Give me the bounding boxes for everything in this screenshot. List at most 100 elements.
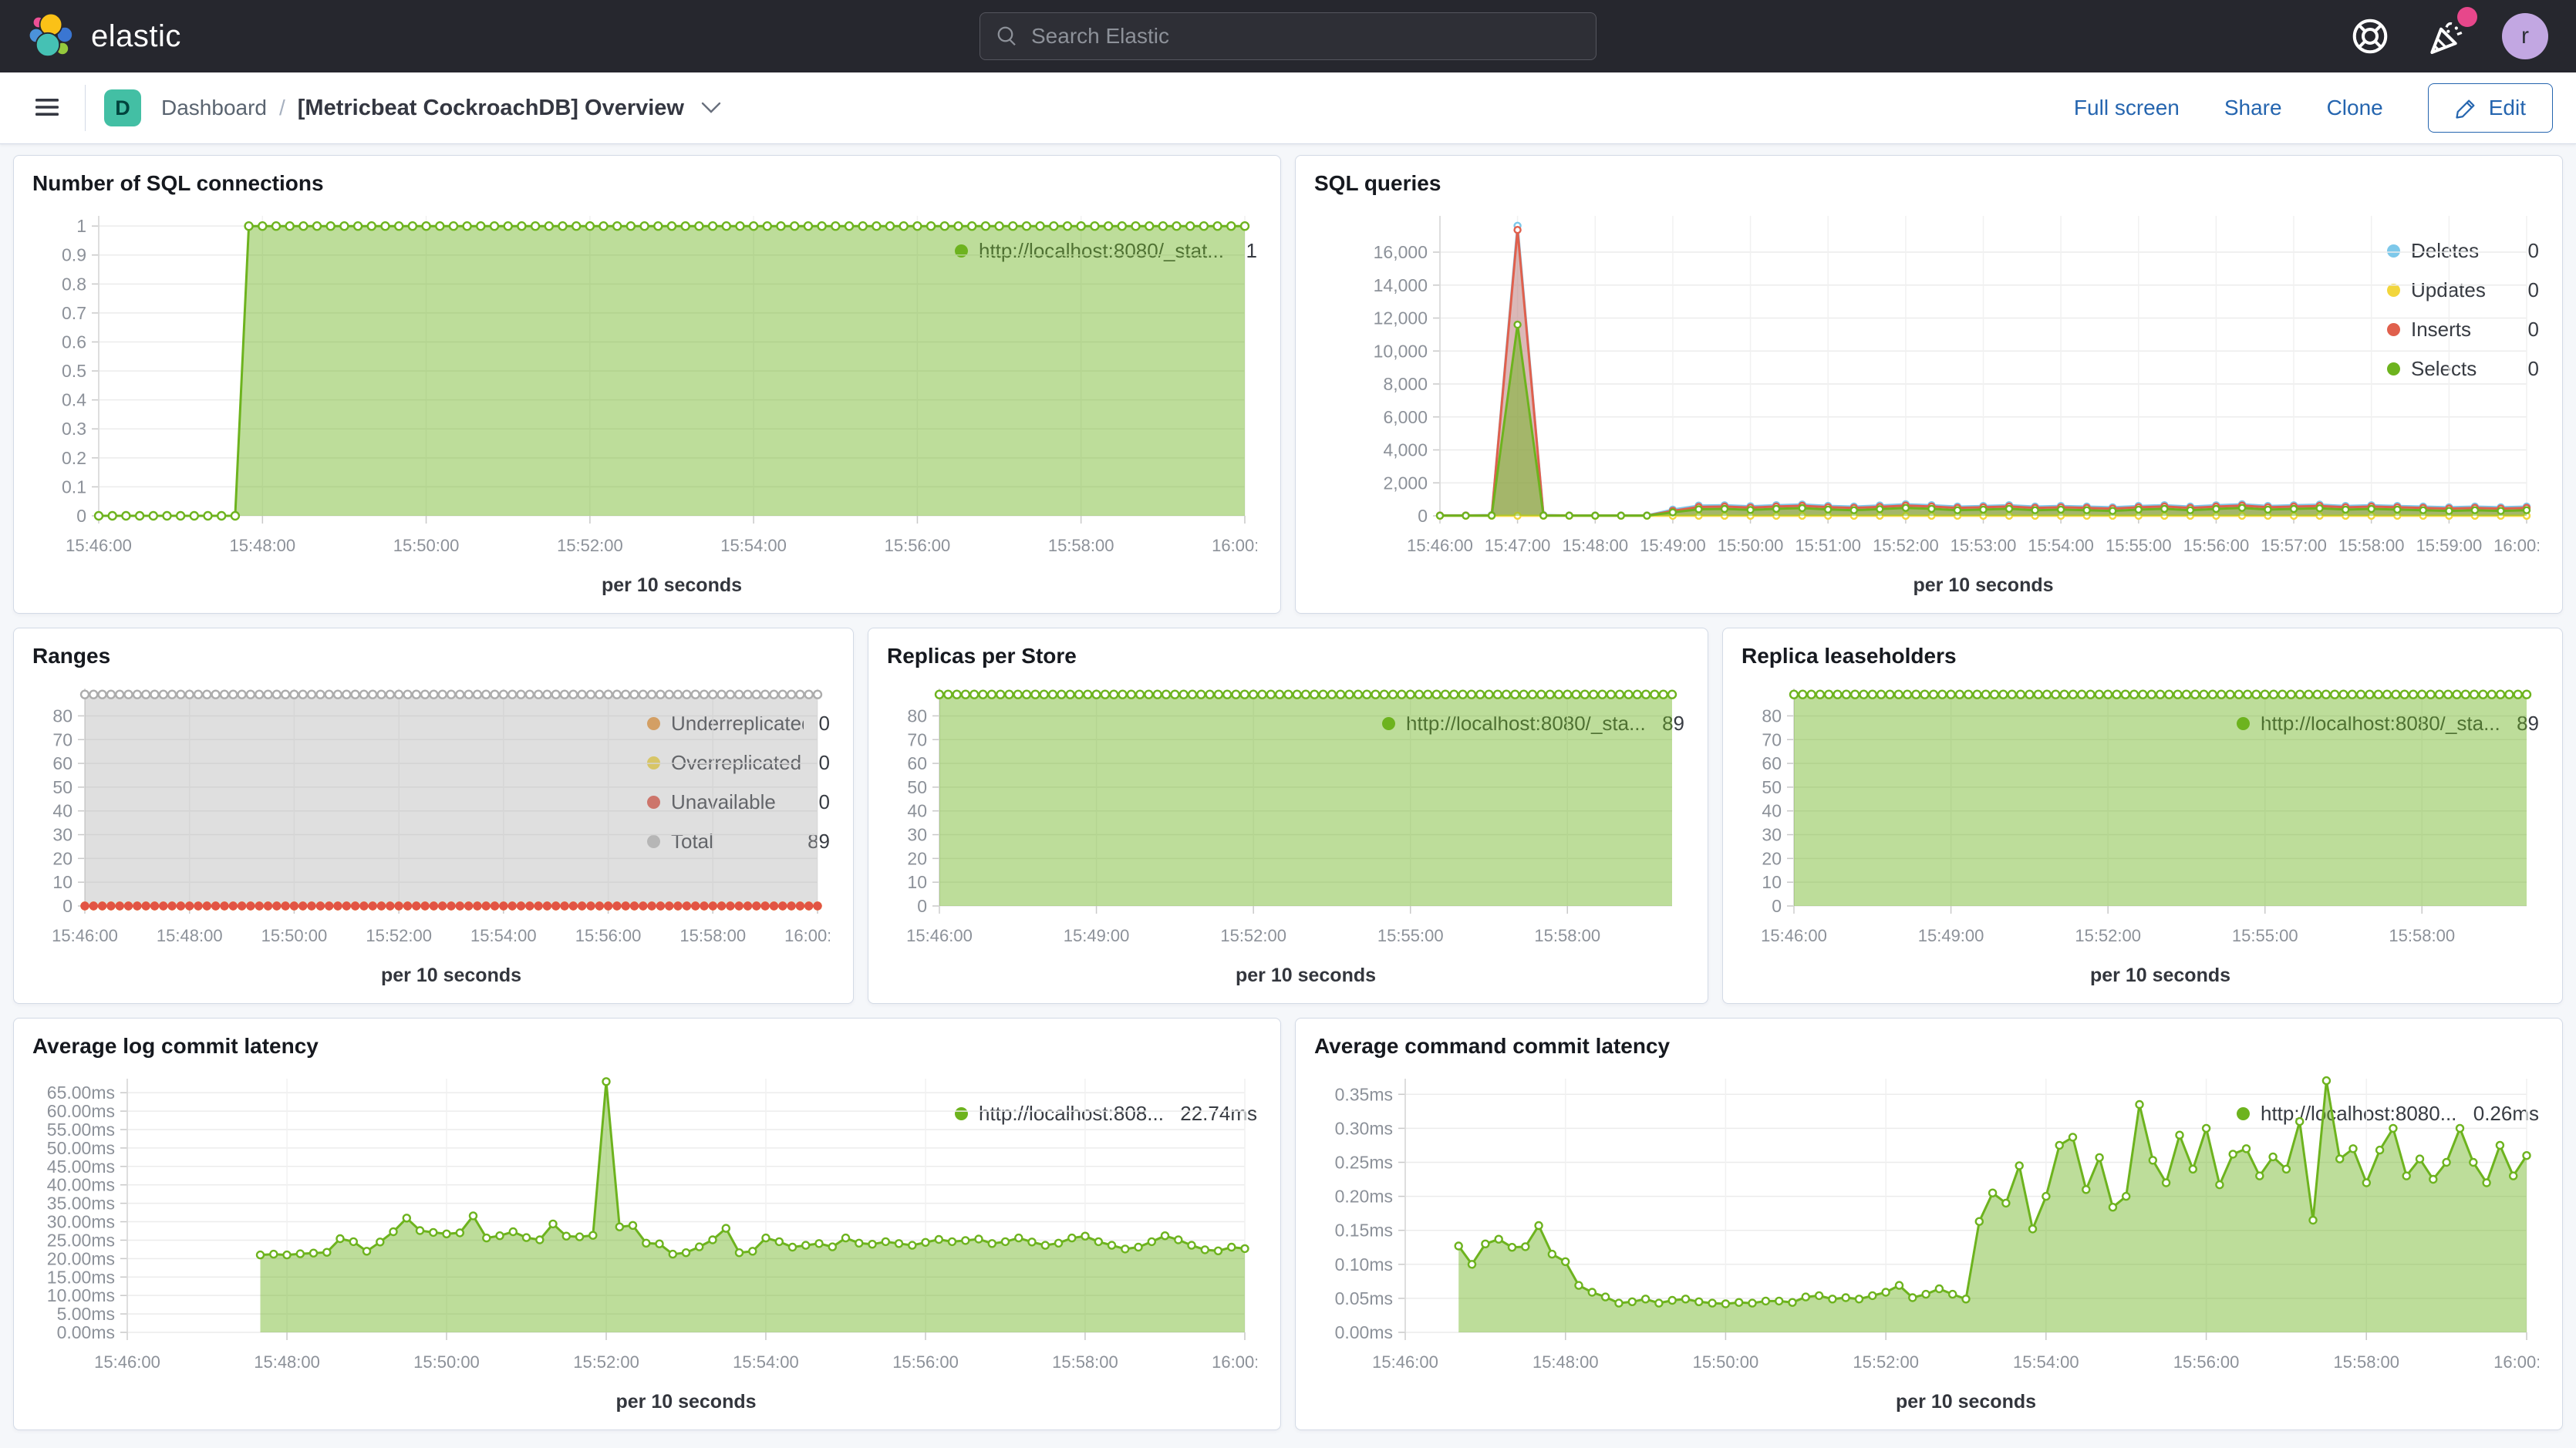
x-tick-label: 15:58:00: [679, 926, 746, 945]
x-tick-label: 15:52:00: [573, 1352, 639, 1372]
dashboard-header-bar: D Dashboard / [Metricbeat CockroachDB] O…: [0, 72, 2576, 144]
page-title: [Metricbeat CockroachDB] Overview: [298, 96, 684, 121]
x-tick-label: 16:00:00: [784, 926, 830, 945]
x-tick-label: 15:46:00: [94, 1352, 160, 1372]
chart-average-log-commit-latency[interactable]: 65.00ms60.00ms55.00ms50.00ms45.00ms40.00…: [31, 1062, 955, 1419]
panel-title: Average log commit latency: [32, 1034, 1263, 1059]
y-tick-label: 40: [52, 801, 72, 821]
x-tick-label: 15:48:00: [254, 1352, 320, 1372]
x-tick-label: 15:49:00: [1918, 926, 1984, 945]
y-tick-label: 60: [1762, 753, 1782, 773]
menu-button[interactable]: [23, 89, 71, 128]
panel-replicas-per-store: Replicas per Store 8070605040302010015:4…: [868, 628, 1708, 1004]
y-tick-label: 6,000: [1383, 407, 1428, 427]
y-tick-label: 0.00ms: [1335, 1322, 1393, 1342]
whats-new-button[interactable]: [2425, 15, 2468, 58]
y-tick-label: 10: [1762, 872, 1782, 892]
chart-canvas: 65.00ms60.00ms55.00ms50.00ms45.00ms40.00…: [31, 1062, 1257, 1419]
x-tick-label: 16:00:00: [1212, 1352, 1257, 1372]
chart-replicas-per-store[interactable]: 8070605040302010015:46:0015:49:0015:52:0…: [885, 672, 1382, 992]
chart-ranges[interactable]: 8070605040302010015:46:0015:48:0015:50:0…: [31, 672, 647, 992]
x-tick-label: 15:55:00: [2232, 926, 2298, 945]
edit-button[interactable]: Edit: [2428, 83, 2553, 133]
x-axis-title: per 10 seconds: [1913, 574, 2053, 596]
x-axis-title: per 10 seconds: [2090, 965, 2230, 986]
x-tick-label: 15:49:00: [1064, 926, 1130, 945]
x-tick-label: 15:54:00: [2028, 536, 2094, 555]
chart-replica-leaseholders[interactable]: 8070605040302010015:46:0015:49:0015:52:0…: [1740, 672, 2237, 992]
breadcrumb: Dashboard / [Metricbeat CockroachDB] Ove…: [161, 96, 721, 121]
y-tick-label: 0.10ms: [1335, 1254, 1393, 1275]
x-tick-label: 15:48:00: [1532, 1352, 1599, 1372]
x-tick-label: 15:52:00: [1220, 926, 1286, 945]
chart-canvas: 16,00014,00012,00010,0008,0006,0004,0002…: [1313, 199, 2539, 602]
help-button[interactable]: [2349, 15, 2391, 57]
space-badge[interactable]: D: [104, 89, 141, 126]
x-tick-label: 15:46:00: [1407, 536, 1473, 555]
y-tick-label: 80: [1762, 705, 1782, 726]
series-http-localhost-8080-sta-: [936, 691, 1676, 906]
chart-average-command-commit-latency[interactable]: 0.35ms0.30ms0.25ms0.20ms0.15ms0.10ms0.05…: [1313, 1062, 2237, 1419]
series-http-localhost-8080-sta-: [1790, 691, 2530, 906]
y-tick-label: 0.1: [62, 476, 86, 497]
chart-sql-queries[interactable]: 16,00014,00012,00010,0008,0006,0004,0002…: [1313, 199, 2387, 602]
y-tick-label: 45.00ms: [47, 1157, 115, 1177]
series-http-localhost-808-: [257, 1078, 1249, 1332]
elastic-logo[interactable]: elastic: [28, 12, 181, 61]
x-tick-label: 15:49:00: [1640, 536, 1706, 555]
x-tick-label: 15:46:00: [66, 536, 132, 555]
x-tick-label: 15:58:00: [1534, 926, 1600, 945]
y-tick-label: 0: [917, 896, 927, 916]
panel-average-log-commit-latency: Average log commit latency 65.00ms60.00m…: [13, 1018, 1281, 1430]
x-tick-label: 15:58:00: [2333, 1352, 2399, 1372]
y-tick-label: 70: [52, 729, 72, 749]
y-tick-label: 0.00ms: [57, 1322, 115, 1342]
panel-title: Replicas per Store: [887, 644, 1691, 668]
x-tick-label: 15:53:00: [1951, 536, 2017, 555]
y-tick-label: 0.6: [62, 332, 86, 352]
clone-button[interactable]: Clone: [2327, 96, 2383, 120]
x-tick-label: 15:58:00: [2389, 926, 2455, 945]
y-tick-label: 60: [52, 753, 72, 773]
avatar-initial: r: [2521, 23, 2529, 49]
x-tick-label: 15:48:00: [230, 536, 296, 555]
x-tick-label: 15:50:00: [261, 926, 328, 945]
x-axis-title: per 10 seconds: [615, 1391, 756, 1413]
full-screen-button[interactable]: Full screen: [2074, 96, 2180, 120]
panel-ranges: Ranges 8070605040302010015:46:0015:48:00…: [13, 628, 854, 1004]
y-tick-label: 30: [1762, 825, 1782, 845]
search-icon: [996, 25, 1019, 48]
y-tick-label: 0.25ms: [1335, 1152, 1393, 1172]
x-tick-label: 15:55:00: [2106, 536, 2172, 555]
y-tick-label: 0.20ms: [1335, 1187, 1393, 1207]
panel-title: SQL queries: [1314, 171, 2545, 196]
y-tick-label: 4,000: [1383, 440, 1428, 460]
panel-title: Ranges: [32, 644, 836, 668]
breadcrumb-dashboard-link[interactable]: Dashboard: [161, 96, 267, 120]
y-tick-label: 0.2: [62, 448, 86, 468]
y-tick-label: 5.00ms: [57, 1304, 115, 1324]
search-input[interactable]: [1031, 24, 1580, 49]
x-tick-label: 15:50:00: [413, 1352, 480, 1372]
y-tick-label: 60: [907, 753, 927, 773]
x-tick-label: 15:54:00: [720, 536, 787, 555]
y-tick-label: 20: [1762, 848, 1782, 868]
title-menu-button[interactable]: [701, 102, 721, 114]
y-tick-label: 80: [907, 705, 927, 726]
y-tick-label: 50: [1762, 777, 1782, 797]
chart-canvas: 0.35ms0.30ms0.25ms0.20ms0.15ms0.10ms0.05…: [1313, 1062, 2539, 1419]
y-tick-label: 40.00ms: [47, 1175, 115, 1195]
notification-badge: [2457, 7, 2477, 27]
x-tick-label: 15:58:00: [1052, 1352, 1118, 1372]
share-button[interactable]: Share: [2224, 96, 2282, 120]
y-tick-label: 10: [52, 872, 72, 892]
user-avatar[interactable]: r: [2502, 13, 2548, 59]
global-search[interactable]: [979, 12, 1597, 60]
divider: [85, 85, 86, 131]
series-http-localhost-8080-: [1455, 1077, 2530, 1332]
y-tick-label: 65.00ms: [47, 1083, 115, 1103]
chart-canvas: 8070605040302010015:46:0015:48:0015:50:0…: [31, 672, 830, 992]
chart-number-of-sql-connections[interactable]: 10.90.80.70.60.50.40.30.20.1015:46:0015:…: [31, 199, 955, 602]
breadcrumb-separator: /: [279, 96, 285, 120]
y-tick-label: 80: [52, 705, 72, 726]
